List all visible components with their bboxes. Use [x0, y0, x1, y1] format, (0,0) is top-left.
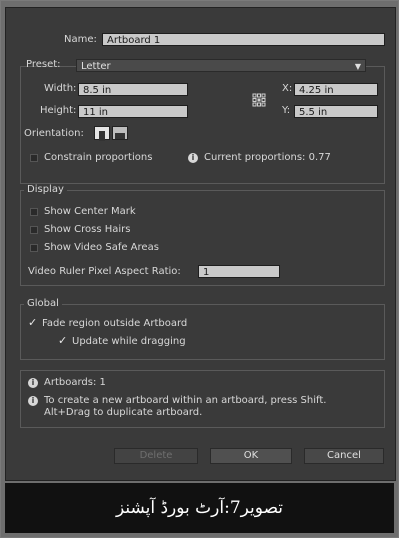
ok-button[interactable]: OK [210, 448, 292, 464]
constrain-proportions-checkbox[interactable] [30, 154, 38, 162]
y-label: Y: [282, 105, 291, 116]
display-group-title: Display [24, 184, 67, 196]
aspect-ratio-input[interactable]: 1 [198, 265, 280, 278]
update-dragging-checkmark[interactable]: ✓ [58, 335, 67, 346]
show-center-mark-label: Show Center Mark [44, 206, 136, 217]
show-cross-hairs-label: Show Cross Hairs [44, 224, 131, 235]
portrait-orientation-button[interactable] [94, 126, 110, 141]
figure-caption: تصویر7:آرٹ بورڈ آپشنز [5, 483, 394, 533]
artboards-count: Artboards: 1 [44, 377, 106, 388]
global-group [20, 304, 385, 360]
width-input[interactable]: 8.5 in [78, 83, 188, 96]
fade-region-checkmark[interactable]: ✓ [28, 317, 37, 328]
x-label: X: [282, 83, 293, 94]
reference-point-icon[interactable] [252, 92, 266, 107]
tip-line-2: Alt+Drag to duplicate artboard. [44, 407, 203, 418]
orientation-label: Orientation: [24, 128, 84, 139]
landscape-orientation-button[interactable] [112, 126, 128, 140]
width-label: Width: [44, 83, 77, 94]
tip-line-1: To create a new artboard within an artbo… [44, 395, 327, 406]
update-dragging-label: Update while dragging [72, 336, 186, 347]
global-group-title: Global [24, 298, 62, 310]
current-proportions-text: Current proportions: 0.77 [204, 152, 331, 163]
info-icon: i [188, 153, 198, 163]
show-cross-hairs-checkbox[interactable] [30, 226, 38, 234]
preset-label: Preset: [26, 59, 61, 70]
show-video-safe-areas-label: Show Video Safe Areas [44, 242, 159, 253]
show-video-safe-areas-checkbox[interactable] [30, 244, 38, 252]
height-label: Height: [40, 105, 77, 116]
constrain-proportions-label: Constrain proportions [44, 152, 153, 163]
name-input[interactable]: Artboard 1 [102, 33, 385, 46]
aspect-ratio-label: Video Ruler Pixel Aspect Ratio: [28, 266, 181, 277]
preset-dropdown[interactable]: Letter ▼ [76, 59, 366, 72]
name-label: Name: [64, 34, 97, 45]
show-center-mark-checkbox[interactable] [30, 208, 38, 216]
fade-region-label: Fade region outside Artboard [42, 318, 188, 329]
y-input[interactable]: 5.5 in [294, 105, 378, 118]
chevron-down-icon: ▼ [354, 62, 361, 71]
x-input[interactable]: 4.25 in [294, 83, 378, 96]
info-icon: i [28, 378, 38, 388]
info-icon: i [28, 396, 38, 406]
preset-value: Letter [81, 61, 111, 72]
artboard-options-dialog: Name: Artboard 1 Preset: Letter ▼ Width:… [5, 7, 396, 481]
cancel-button[interactable]: Cancel [304, 448, 384, 464]
figure-frame: Name: Artboard 1 Preset: Letter ▼ Width:… [0, 0, 399, 538]
height-input[interactable]: 11 in [78, 105, 188, 118]
delete-button[interactable]: Delete [114, 448, 198, 464]
